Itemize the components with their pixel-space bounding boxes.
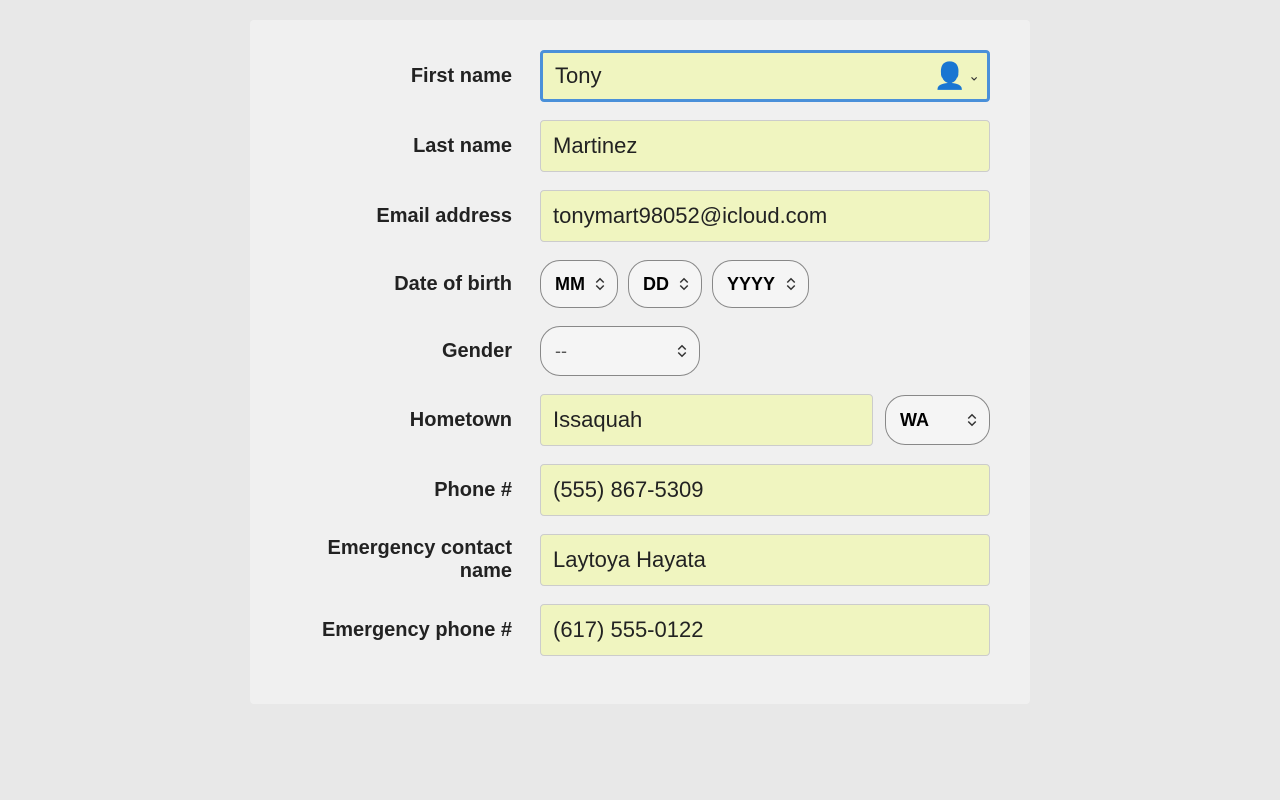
dob-label: Date of birth xyxy=(290,273,540,296)
gender-label: Gender xyxy=(290,340,540,363)
phone-row: Phone # xyxy=(290,464,990,516)
dob-controls: MM 01020304 05060708 09101112 DD 0102030… xyxy=(540,260,809,308)
dob-row: Date of birth MM 01020304 05060708 09101… xyxy=(290,260,990,308)
emergency-contact-label: Emergency contact name xyxy=(290,537,540,583)
dob-month-select[interactable]: MM 01020304 05060708 09101112 xyxy=(540,260,618,308)
last-name-row: Last name xyxy=(290,120,990,172)
hometown-label: Hometown xyxy=(290,409,540,432)
phone-label: Phone # xyxy=(290,479,540,502)
dob-day-select[interactable]: DD 01020304 05060708 09101520 2528293031 xyxy=(628,260,702,308)
last-name-label: Last name xyxy=(290,135,540,158)
first-name-input[interactable] xyxy=(540,50,990,102)
first-name-row: First name 👤 ⌄ xyxy=(290,50,990,102)
email-label: Email address xyxy=(290,205,540,228)
hometown-input[interactable] xyxy=(540,394,873,446)
emergency-phone-input[interactable] xyxy=(540,604,990,656)
emergency-phone-row: Emergency phone # xyxy=(290,604,990,656)
state-select[interactable]: WA CA OR NY xyxy=(885,395,990,445)
gender-row: Gender -- Male Female Non-binary Prefer … xyxy=(290,326,990,376)
first-name-label: First name xyxy=(290,65,540,88)
hometown-row: Hometown WA CA OR NY xyxy=(290,394,990,446)
chevron-down-icon: ⌄ xyxy=(968,68,980,85)
form-container: First name 👤 ⌄ Last name Email address D… xyxy=(250,20,1030,704)
last-name-input[interactable] xyxy=(540,120,990,172)
profile-icon-button[interactable]: 👤 ⌄ xyxy=(934,61,980,92)
first-name-wrapper: 👤 ⌄ xyxy=(540,50,990,102)
emergency-contact-input[interactable] xyxy=(540,534,990,586)
hometown-wrapper: WA CA OR NY xyxy=(540,394,990,446)
emergency-phone-label: Emergency phone # xyxy=(290,619,540,642)
dob-year-select[interactable]: YYYY 1990199119952000 xyxy=(712,260,809,308)
profile-icon: 👤 xyxy=(934,61,966,92)
phone-input[interactable] xyxy=(540,464,990,516)
email-input[interactable] xyxy=(540,190,990,242)
gender-select[interactable]: -- Male Female Non-binary Prefer not to … xyxy=(540,326,700,376)
emergency-contact-row: Emergency contact name xyxy=(290,534,990,586)
email-row: Email address xyxy=(290,190,990,242)
